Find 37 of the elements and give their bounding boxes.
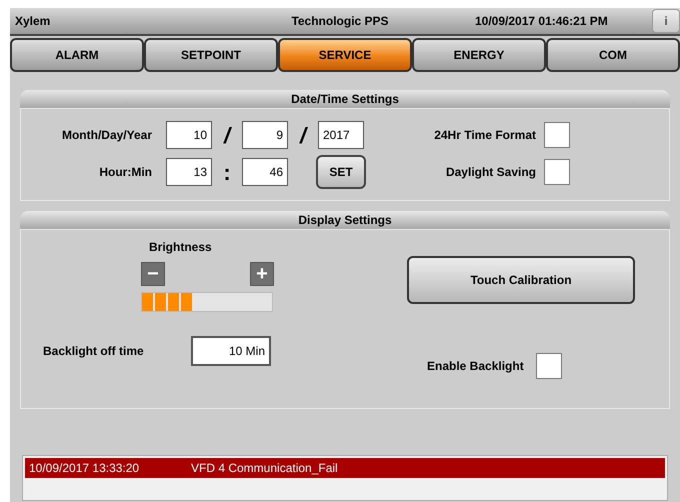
separator: : — [222, 158, 232, 186]
date-time: 10/09/2017 01:46:21 PM — [475, 13, 608, 30]
year-field[interactable]: 2017 — [318, 121, 364, 149]
checkbox[interactable] — [544, 159, 570, 185]
tab[interactable]: COM — [546, 38, 680, 72]
minute-field[interactable]: 46 — [242, 158, 288, 186]
decrease-button[interactable]: − — [141, 262, 165, 286]
checkbox[interactable] — [536, 353, 562, 379]
tab[interactable]: SETPOINT — [144, 38, 278, 72]
app-name: Xylem — [15, 13, 52, 30]
increase-button[interactable]: + — [250, 262, 274, 286]
month-field[interactable]: 10 — [166, 121, 212, 149]
checkbox[interactable] — [544, 122, 570, 148]
field-label: Hour:Min — [98, 164, 153, 181]
option-label: 24Hr Time Format — [433, 127, 537, 144]
touch-calibration-button[interactable]: Touch Calibration — [407, 256, 635, 304]
field-label: Month/Day/Year — [60, 127, 153, 144]
set-button[interactable]: SET — [316, 155, 366, 189]
system-name: Technologic PPS — [290, 13, 390, 30]
day-field[interactable]: 9 — [242, 121, 288, 149]
section-header: Date/Time Settings — [20, 90, 670, 108]
separator: / — [298, 122, 309, 150]
backlight-time-field[interactable]: 10 Min — [191, 336, 271, 366]
separator: / — [222, 122, 233, 150]
option-label: Daylight Saving — [444, 164, 537, 181]
alarm-row[interactable]: 10/09/2017 13:33:20 VFD 4 Communication_Fail — [25, 458, 665, 478]
brightness-label: Brightness — [149, 239, 213, 256]
option-label: Enable Backlight — [427, 358, 525, 375]
hour-field[interactable]: 13 — [166, 158, 212, 186]
alarm-time: 10/09/2017 13:33:20 — [29, 460, 140, 477]
field-label: Backlight off time — [43, 343, 145, 360]
section-header: Display Settings — [20, 211, 670, 229]
tab[interactable]: ALARM — [10, 38, 144, 72]
info-button[interactable]: i — [652, 9, 680, 33]
alarm-message: VFD 4 Communication_Fail — [191, 460, 338, 477]
tab[interactable]: ENERGY — [412, 38, 546, 72]
tab[interactable]: SERVICE — [278, 38, 412, 72]
